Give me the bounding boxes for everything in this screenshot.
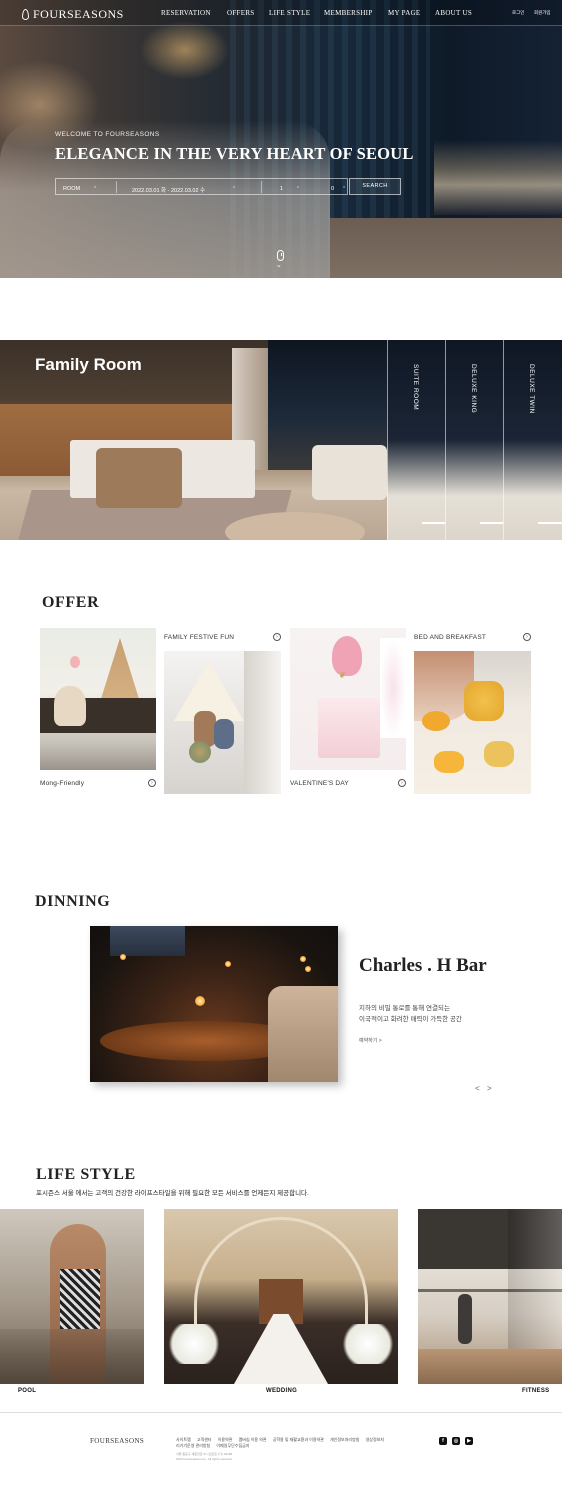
prev-arrow-icon[interactable]: <	[475, 1084, 480, 1093]
lifestyle-caption: POOL	[18, 1388, 37, 1394]
lifestyle-title: LIFE STYLE	[36, 1166, 136, 1183]
arrow-right-icon[interactable]: ›	[398, 779, 406, 787]
facebook-icon[interactable]: f	[439, 1437, 447, 1445]
cake-image	[318, 698, 380, 758]
nav-life-style[interactable]: LIFE STYLE	[269, 9, 310, 17]
arrow-right-icon[interactable]: ›	[523, 633, 531, 641]
offer-caption: VALENTINE'S DAY	[290, 780, 349, 787]
dining-venue-name: Charles . H Bar	[359, 955, 487, 976]
chevron-up-icon[interactable]: ⌃	[296, 186, 300, 192]
footer-link[interactable]: 고객센터	[197, 1437, 212, 1442]
nav-offers[interactable]: OFFERS	[227, 9, 254, 17]
rooms-section: Family Room SUITE ROOM DELUXE KING DELUX…	[0, 340, 562, 540]
lifestyle-caption: FITNESS	[522, 1388, 550, 1394]
dining-title: DINNING	[35, 893, 111, 910]
footer-link[interactable]: 사이트맵	[176, 1437, 191, 1442]
footer-links: 사이트맵 고객센터 이용약관 멤버십 이용 약관 공학용 및 재활교환과 이용약…	[176, 1437, 386, 1449]
lifestyle-caption: WEDDING	[266, 1388, 298, 1394]
footer-logo[interactable]: FOURSEASONS	[90, 1437, 144, 1445]
next-arrow-icon[interactable]: >	[487, 1084, 492, 1093]
login-link[interactable]: 로그인	[512, 10, 524, 16]
dining-image[interactable]	[90, 926, 338, 1082]
arrow-right-icon[interactable]: ›	[273, 633, 281, 641]
offer-title: OFFER	[42, 594, 100, 611]
dog-image	[54, 686, 86, 726]
date-range-picker[interactable]: 2022.03.01 화 - 2022.03.02 수	[132, 186, 205, 194]
offer-card-bed-and-breakfast[interactable]	[414, 651, 531, 794]
room-tab-deluxe-twin[interactable]: DELUXE TWIN	[503, 340, 562, 540]
adults-count[interactable]: 1	[280, 186, 283, 192]
room-tab-label: DELUXE KING	[470, 364, 477, 414]
footer-link[interactable]: 개인정보처리방침	[330, 1437, 359, 1442]
room-tab-suite[interactable]: SUITE ROOM	[387, 340, 446, 540]
room-title: Family Room	[35, 355, 142, 374]
offer-card-valentines-day[interactable]: ❦	[290, 628, 406, 770]
lifestyle-subtitle: 포시즌스 서울 에서는 고객의 건강한 라이프스타일을 위해 필요한 모든 서비…	[36, 1190, 309, 1197]
youtube-icon[interactable]: ▶	[465, 1437, 473, 1445]
room-select[interactable]: ROOM	[63, 186, 80, 192]
offer-card-family-festive-fun[interactable]	[164, 651, 281, 794]
lifestyle-pool-image[interactable]	[0, 1209, 144, 1384]
offer-caption: BED AND BREAKFAST	[414, 634, 487, 641]
footer-link[interactable]: 이메일무단수집금지	[216, 1443, 249, 1448]
footer-divider	[0, 1412, 562, 1413]
reserve-link[interactable]: 예약하기 >	[359, 1037, 382, 1044]
chevron-up-icon[interactable]: ⌃	[93, 186, 97, 192]
hero-banner	[0, 0, 562, 278]
leaf-icon	[22, 9, 29, 20]
chevron-up-icon[interactable]: ⌃	[342, 186, 346, 192]
signup-link[interactable]: 회원가입	[534, 10, 551, 16]
lifestyle-wedding-image[interactable]	[164, 1209, 398, 1384]
instagram-icon[interactable]: ◎	[452, 1437, 460, 1445]
site-logo[interactable]: FOURSEASONS	[22, 7, 124, 22]
room-tab-label: SUITE ROOM	[412, 364, 419, 411]
booking-search-bar: ROOM ⌃ 2022.03.01 화 - 2022.03.02 수 ⌃ 1 ⌃…	[55, 178, 348, 195]
nav-membership[interactable]: MEMBERSHIP	[324, 9, 373, 17]
hero-headline: ELEGANCE IN THE VERY HEART OF SEOUL	[55, 144, 414, 163]
globe-image	[189, 741, 211, 763]
nav-reservation[interactable]: RESERVATION	[161, 9, 211, 17]
footer-link[interactable]: 멤버십 이용 약관	[239, 1437, 267, 1442]
mouse-scroll-icon[interactable]	[277, 250, 284, 261]
footer-link[interactable]: 공학용 및 재활교환과 이용약관	[273, 1437, 324, 1442]
chevron-down-icon[interactable]: ⌄	[276, 262, 282, 269]
room-tab-label: DELUXE TWIN	[528, 364, 535, 414]
chevron-up-icon[interactable]: ⌃	[232, 186, 236, 192]
nav-about-us[interactable]: ABOUT US	[435, 9, 472, 17]
footer-copyright: 서울 종로구 새문안로 97 (신문로 1가) 03183 2022 Fours…	[176, 1452, 233, 1461]
dining-description: 지하의 비밀 통로를 통해 연결되는 이국적이고 화려한 매력이 가득한 공간	[359, 1005, 462, 1023]
logo-text: FOURSEASONS	[33, 7, 124, 21]
hero-welcome: WELCOME TO FOURSEASONS	[55, 131, 160, 138]
footer-link[interactable]: 이용약관	[218, 1437, 233, 1442]
offer-caption: Mong-Friendly	[40, 780, 85, 787]
arrow-right-icon[interactable]: ›	[148, 779, 156, 787]
nav-my-page[interactable]: MY PAGE	[388, 9, 421, 17]
lifestyle-fitness-image[interactable]	[418, 1209, 562, 1384]
offer-caption: FAMILY FESTIVE FUN	[164, 634, 235, 641]
offer-card-mong-friendly[interactable]	[40, 628, 156, 770]
children-count[interactable]: 0	[331, 186, 334, 192]
room-tab-deluxe-king[interactable]: DELUXE KING	[445, 340, 504, 540]
search-button[interactable]: SEARCH	[349, 178, 401, 195]
